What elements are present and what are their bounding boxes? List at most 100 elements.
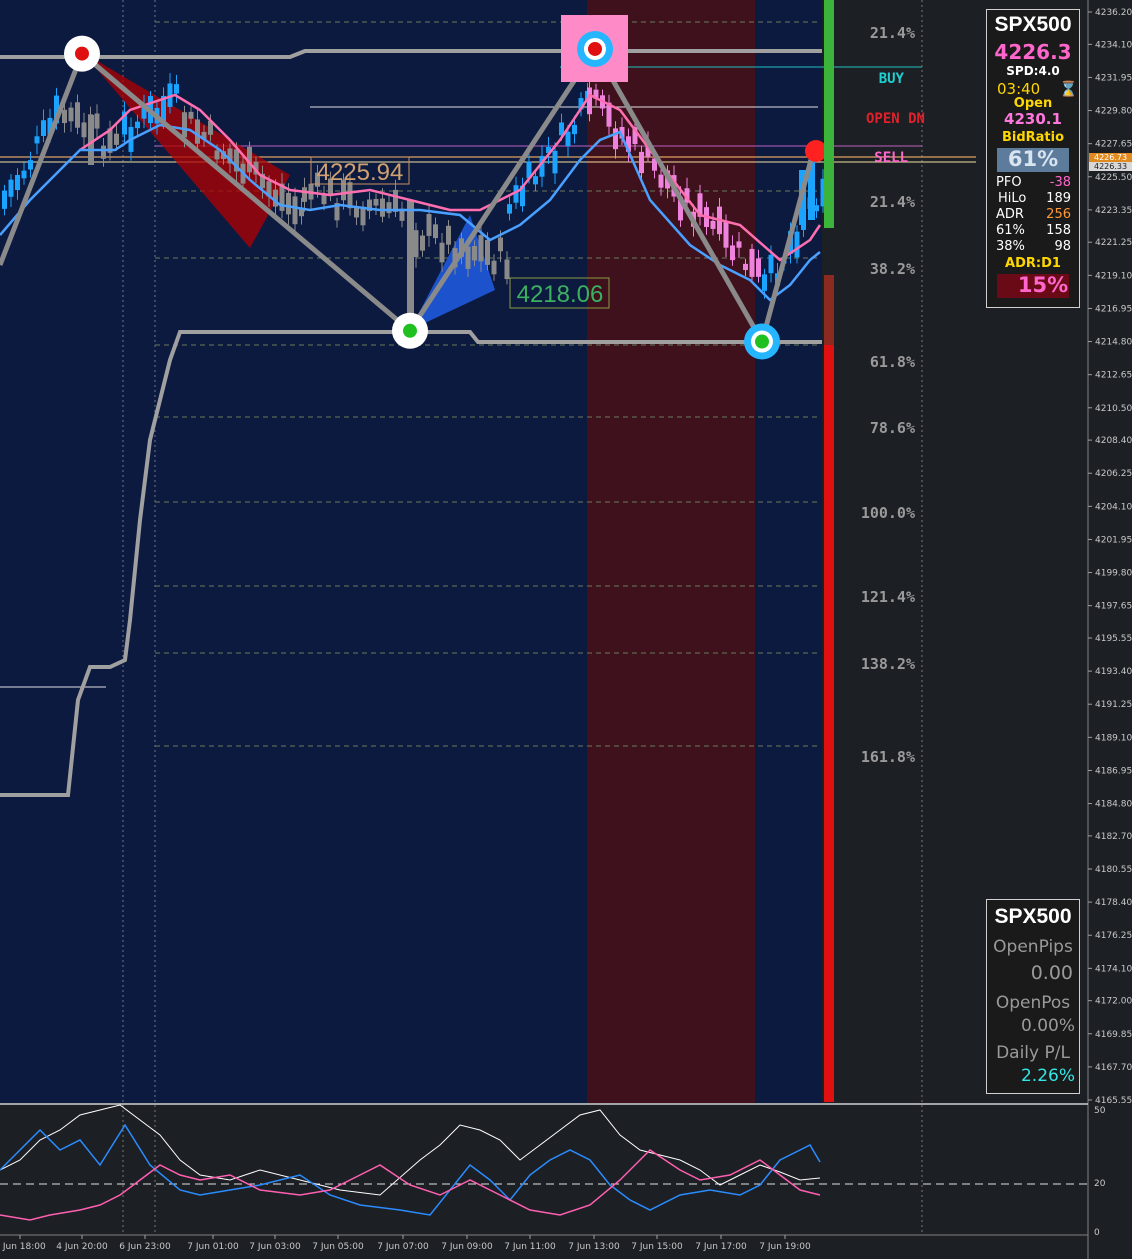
price-tick-label-5: 4225.50 (1095, 173, 1132, 183)
adr-value: 15% (1017, 273, 1069, 297)
sell-label: SELL (874, 150, 908, 166)
candle-body-26 (174, 84, 179, 94)
price-tick-label-33: 4165.55 (1095, 1096, 1132, 1106)
price-tick-label-0: 4236.20 (1095, 8, 1132, 18)
daily-pl-value: 2.26% (1020, 1066, 1075, 1086)
session-shade-zone (587, 0, 755, 1103)
candle-body-73 (478, 235, 484, 262)
price-tick-label-26: 4180.55 (1095, 865, 1132, 875)
price-tick-label-10: 4214.80 (1095, 338, 1132, 348)
price-tick-label-3: 4229.80 (1095, 107, 1132, 117)
osc-tick-label-1: 20 (1094, 1179, 1106, 1189)
price-tick-label-12: 4210.50 (1095, 404, 1132, 414)
strength-bar-dark (824, 275, 834, 345)
price-chart[interactable]: 21.4% 21.4% 38.2% 61.8% 78.6% 100.0% 121.4% 138… (0, 0, 1132, 1259)
adr-label: ADR:D1 (1005, 256, 1061, 271)
time-tick-label-4: 7 Jun 03:00 (249, 1242, 301, 1252)
price-tick-label-18: 4197.65 (1095, 602, 1132, 612)
price-annotation-1: 4225.94 (317, 159, 404, 186)
price-tick-label-29: 4174.10 (1095, 964, 1132, 974)
info-row-value-4: 98 (1054, 239, 1071, 254)
candle-body-49 (321, 194, 327, 205)
price-tick-label-1: 4234.10 (1095, 40, 1132, 50)
candle-body-27 (182, 112, 187, 138)
fib-label-7: 138.2% (861, 655, 915, 673)
candle-body-77 (504, 259, 510, 280)
time-tick-label-8: 7 Jun 11:00 (504, 1242, 556, 1252)
candle-body-14 (94, 113, 100, 129)
info-open-value: 4230.1 (1004, 110, 1062, 128)
candle-body-116 (749, 248, 755, 277)
info-row-value-0: -38 (1049, 175, 1071, 190)
pivot-high-1-center (75, 46, 89, 61)
candle-body-123 (794, 231, 800, 258)
candle-body-114 (736, 241, 742, 248)
candle-body-117 (756, 258, 761, 277)
bid-ratio-value: 61% (1007, 147, 1059, 171)
account-symbol: SPX500 (994, 905, 1072, 928)
price-annotation-2: 4218.06 (517, 281, 604, 308)
time-tick-label-12: 7 Jun 19:00 (759, 1242, 811, 1252)
time-tick-label-7: 7 Jun 09:00 (441, 1242, 493, 1252)
candle-body-11 (75, 102, 80, 128)
candle-body-102 (658, 174, 664, 188)
trading-terminal: 21.4% 21.4% 38.2% 61.8% 78.6% 100.0% 121.4% 138… (0, 0, 1132, 1259)
info-row-label-4: 38% (996, 239, 1025, 254)
candle-body-75 (491, 260, 497, 275)
candle-body-63 (413, 230, 419, 258)
time-tick-label-2: 6 Jun 23:00 (119, 1242, 171, 1252)
candle-body-112 (723, 220, 729, 248)
candle-body-115 (743, 263, 748, 271)
info-row-value-1: 189 (1046, 191, 1071, 206)
time-tick-label-10: 7 Jun 15:00 (631, 1242, 683, 1252)
candle-body-64 (420, 235, 425, 251)
info-open-label: Open (1013, 96, 1053, 111)
price-tick-label-15: 4204.10 (1095, 502, 1132, 512)
price-tick-label-8: 4219.10 (1095, 271, 1132, 281)
candle-body-53 (347, 182, 353, 209)
osc-tick-label-2: 0 (1094, 1228, 1100, 1238)
candle-body-99 (639, 151, 644, 174)
price-tag-label-2: 4226.33 (1094, 162, 1127, 171)
time-tick-label-11: 7 Jun 17:00 (695, 1242, 747, 1252)
open-pips-value: 0.00 (1030, 962, 1073, 984)
candle-body-85 (552, 150, 558, 174)
price-tick-label-13: 4208.40 (1095, 436, 1132, 446)
info-panel: SPX500 4226.3 SPD:4.0 03:40 ⌛ Open 4230.… (986, 9, 1080, 308)
price-tick-label-25: 4182.70 (1095, 832, 1132, 842)
info-row-label-2: ADR (996, 207, 1024, 222)
candle-body-12 (81, 122, 87, 138)
time-tick-label-5: 7 Jun 05:00 (312, 1242, 364, 1252)
fib-label-3: 61.8% (870, 353, 915, 371)
info-row-label-0: PFO (996, 175, 1022, 190)
candle-body-1 (8, 179, 14, 197)
info-row-value-3: 158 (1046, 223, 1071, 238)
price-tick-label-16: 4201.95 (1095, 535, 1132, 545)
price-tick-label-22: 4189.10 (1095, 733, 1132, 743)
candle-body-88 (572, 124, 577, 135)
strength-bar-red (824, 345, 834, 1102)
candle-body-68 (446, 225, 451, 245)
fib-label-5: 100.0% (861, 504, 915, 522)
daily-pl-label: Daily P/L (996, 1043, 1070, 1063)
candle-body-32 (214, 150, 220, 160)
candle-body-76 (498, 237, 503, 252)
info-spread: SPD:4.0 (1006, 64, 1060, 78)
price-tick-label-23: 4186.95 (1095, 766, 1132, 776)
price-tick-label-11: 4212.65 (1095, 371, 1132, 381)
info-row-value-2: 256 (1046, 207, 1071, 222)
info-symbol: SPX500 (994, 13, 1072, 36)
candle-body-43 (286, 192, 291, 215)
time-tick-label-0: 4 Jun 18:00 (0, 1242, 46, 1252)
info-price: 4226.3 (994, 40, 1072, 64)
strength-bar-green (824, 0, 834, 228)
price-tick-label-28: 4176.25 (1095, 931, 1132, 941)
open-pos-label: OpenPos (995, 993, 1071, 1013)
candle-body-44 (292, 196, 298, 225)
fib-label-0: 21.4% (870, 24, 915, 42)
open-dn-label: OPEN DN (866, 111, 925, 127)
candle-body-20 (135, 121, 140, 129)
candle-body-60 (393, 189, 398, 212)
candle-body-10 (68, 107, 74, 122)
candle-body-118 (762, 274, 767, 291)
